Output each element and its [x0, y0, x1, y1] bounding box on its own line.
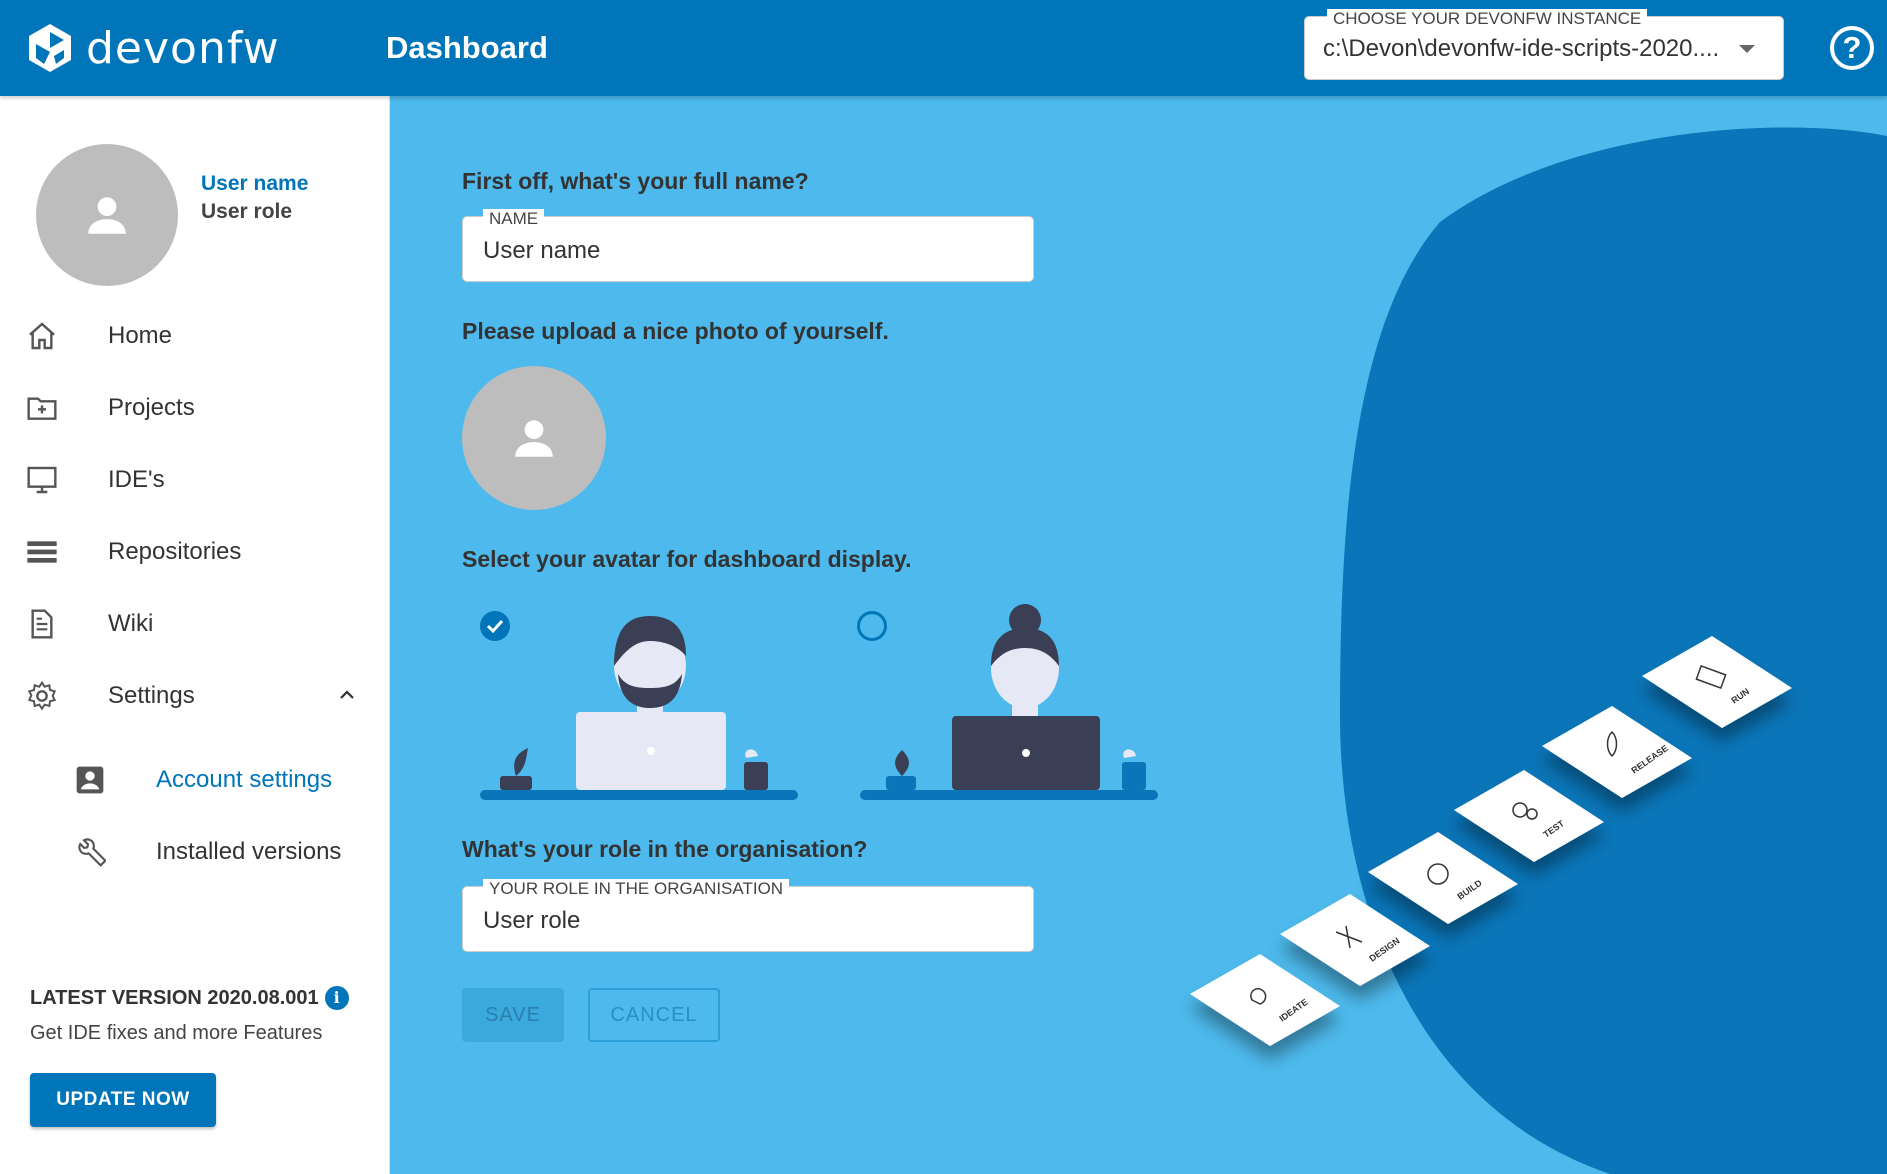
tile-build: BUILD: [1368, 832, 1518, 924]
sidebar-item-installed-versions[interactable]: Installed versions: [0, 822, 390, 878]
info-icon[interactable]: i: [324, 986, 349, 1010]
save-button[interactable]: SAVE: [462, 988, 564, 1042]
person-icon: [88, 197, 126, 234]
tile-design: DESIGN: [1280, 894, 1430, 986]
app-header: devonfw Dashboard CHOOSE YOUR DEVONFW IN…: [0, 0, 1887, 96]
devops-tiles-illustration: IDEATE DESIGN BUILD TEST RELEASE RUN: [1190, 636, 1792, 1046]
question-avatar: Select your avatar for dashboard display…: [462, 546, 912, 572]
instance-select[interactable]: CHOOSE YOUR DEVONFW INSTANCE c:\Devon\de…: [1304, 9, 1784, 80]
cancel-button[interactable]: CANCEL: [588, 988, 720, 1042]
sidebar-item-ides[interactable]: IDE's: [0, 450, 390, 506]
sidebar-item-label: Installed versions: [156, 838, 342, 865]
question-name: First off, what's your full name?: [462, 168, 809, 194]
devonfw-logo[interactable]: devonfw: [24, 22, 280, 74]
dropdown-caret-icon: [1739, 45, 1755, 53]
role-field-label: YOUR ROLE IN THE ORGANISATION: [483, 879, 790, 899]
role-field[interactable]: YOUR ROLE IN THE ORGANISATION User role: [462, 879, 1034, 952]
sidebar-item-label: Projects: [108, 394, 195, 421]
sidebar-item-projects[interactable]: Projects: [0, 378, 390, 434]
tile-test: TEST: [1454, 770, 1604, 862]
page-title: Dashboard: [386, 30, 548, 65]
sidebar-item-settings[interactable]: Settings: [0, 666, 390, 722]
sidebar-item-home[interactable]: Home: [0, 306, 390, 362]
sidebar-item-label: IDE's: [108, 466, 165, 493]
person-icon: [515, 420, 553, 457]
role-field-value: User role: [483, 907, 581, 934]
photo-upload[interactable]: [462, 366, 606, 510]
wrench-icon: [78, 838, 106, 867]
sidebar-item-wiki[interactable]: Wiki: [0, 594, 390, 650]
monitor-icon: [27, 466, 57, 494]
sidebar-item-account-settings[interactable]: Account settings: [0, 750, 390, 806]
latest-version-text: LATEST VERSION 2020.08.001: [30, 986, 319, 1009]
tile-ideate: IDEATE: [1190, 954, 1340, 1046]
sidebar-item-label: Home: [108, 322, 173, 349]
profile-role: User role: [201, 200, 293, 223]
devonfw-logo-icon: [29, 24, 71, 72]
avatar: [36, 144, 178, 286]
question-photo: Please upload a nice photo of yourself.: [462, 318, 889, 344]
sidebar-item-repositories[interactable]: Repositories: [0, 522, 390, 578]
home-icon: [29, 322, 55, 350]
latest-version-description: Get IDE fixes and more Features: [30, 1022, 323, 1044]
instance-select-value: c:\Devon\devonfw-ide-scripts-2020....: [1323, 35, 1720, 62]
main-content: First off, what's your full name? NAME U…: [390, 96, 1887, 1174]
tile-run: RUN: [1642, 636, 1792, 728]
help-icon[interactable]: ?: [1830, 26, 1874, 70]
document-icon: [31, 609, 53, 639]
profile-name: User name: [201, 172, 309, 195]
question-role: What's your role in the organisation?: [462, 836, 868, 862]
latest-version: LATEST VERSION 2020.08.001 i: [30, 986, 349, 1010]
gear-icon: [27, 680, 57, 711]
sidebar-item-label: Account settings: [156, 766, 333, 793]
name-field[interactable]: NAME User name: [462, 209, 1034, 282]
list-icon: [27, 541, 57, 563]
account-box-icon: [76, 766, 104, 794]
sidebar-item-label: Repositories: [108, 538, 242, 565]
name-field-value: User name: [483, 237, 601, 264]
sidebar-item-label: Wiki: [108, 610, 154, 637]
tile-release: RELEASE: [1542, 706, 1692, 798]
update-now-button[interactable]: UPDATE NOW: [30, 1073, 216, 1127]
sidebar: User name User role Home Projects IDE's …: [0, 96, 390, 1174]
name-field-label: NAME: [483, 209, 545, 229]
avatar-male-illustration[interactable]: [480, 596, 820, 806]
instance-select-label: CHOOSE YOUR DEVONFW INSTANCE: [1327, 9, 1648, 29]
logo-text: devonfw: [86, 22, 280, 74]
chevron-up-icon: [340, 690, 354, 699]
sidebar-item-label: Settings: [108, 682, 195, 709]
folder-add-icon: [27, 397, 57, 420]
